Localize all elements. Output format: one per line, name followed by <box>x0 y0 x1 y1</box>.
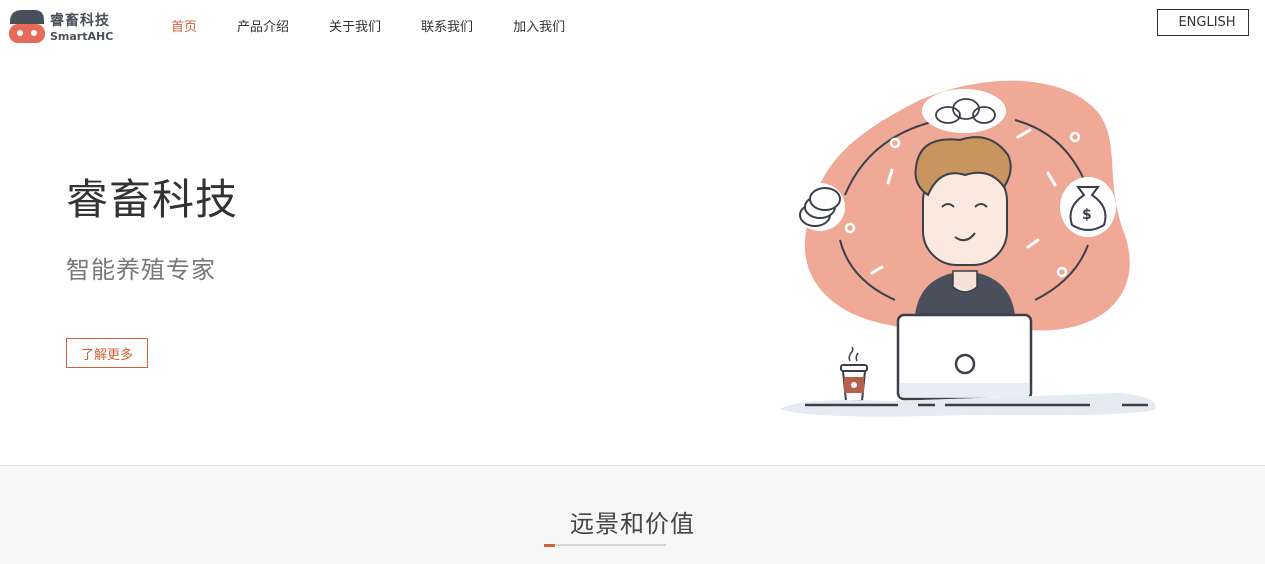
title-underline <box>544 544 666 546</box>
main-nav: 首页 产品介绍 关于我们 联系我们 加入我们 <box>150 16 605 36</box>
svg-text:$: $ <box>1082 207 1092 223</box>
pig-logo-icon <box>9 10 45 43</box>
section-title: 远景和价值 <box>570 510 695 538</box>
title-underline-accent <box>544 544 555 547</box>
hero-title: 睿畜科技 <box>66 175 239 224</box>
coffee-cup-icon <box>840 346 868 402</box>
nav-item-about[interactable]: 关于我们 <box>329 16 381 36</box>
hero-subtitle: 智能养殖专家 <box>66 256 216 284</box>
top-header: 睿畜科技 SmartAHC 首页 产品介绍 关于我们 联系我们 加入我们 ENG… <box>0 0 1265 52</box>
laptop-icon <box>896 313 1033 401</box>
nav-item-home[interactable]: 首页 <box>171 16 197 36</box>
learn-more-button[interactable]: 了解更多 <box>66 338 148 368</box>
coins-icon <box>795 183 845 231</box>
nav-item-join[interactable]: 加入我们 <box>513 16 565 36</box>
brand-name-cn: 睿畜科技 <box>50 13 110 29</box>
money-bag-icon: $ <box>1060 177 1116 237</box>
brand-name-en: SmartAHC <box>50 30 114 43</box>
nav-item-contact[interactable]: 联系我们 <box>421 16 473 36</box>
english-language-button[interactable]: ENGLISH <box>1157 9 1249 36</box>
hero-illustration: $ <box>780 80 1156 417</box>
brand-logo[interactable]: 睿畜科技 SmartAHC <box>8 8 118 48</box>
vision-section: 远景和价值 <box>0 465 1265 564</box>
person-figure <box>914 136 1015 315</box>
pigs-thought-icon <box>922 89 1006 133</box>
nav-item-products[interactable]: 产品介绍 <box>237 16 289 36</box>
